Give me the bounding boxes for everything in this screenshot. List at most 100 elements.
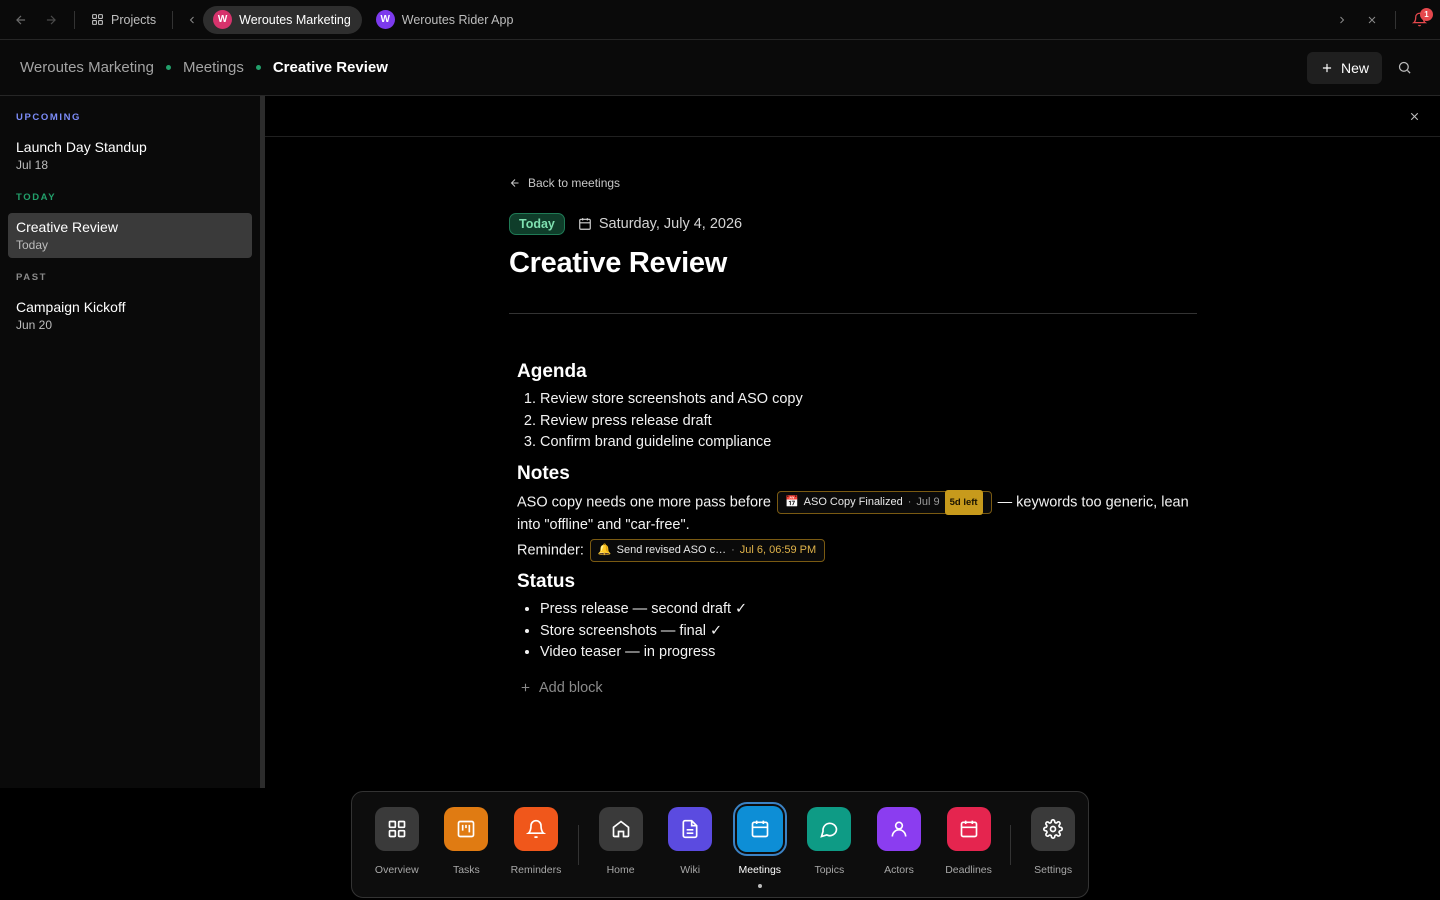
projects-button[interactable]: Projects (83, 6, 164, 34)
back-arrow-icon[interactable] (6, 5, 36, 35)
status-item[interactable]: Video teaser — in progress (540, 642, 1197, 664)
notification-count-badge: 1 (1420, 7, 1433, 21)
page-header: Weroutes Marketing Meetings Creative Rev… (0, 40, 1440, 96)
chip-separator: · (907, 495, 912, 508)
workspace-tab-weroutes-marketing[interactable]: W Weroutes Marketing (203, 5, 362, 34)
forward-arrow-icon[interactable] (36, 5, 66, 35)
agenda-item[interactable]: Review press release draft (540, 411, 1197, 433)
section-label-today: TODAY (16, 192, 57, 203)
deadline-chip[interactable]: 📅 ASO Copy Finalized · Jul 9 5d left (776, 489, 992, 515)
panel-toolbar (265, 96, 1440, 137)
breadcrumb-current: Creative Review (272, 59, 388, 76)
dock-item-settings[interactable]: Settings (1018, 807, 1088, 876)
meeting-item-creative-review[interactable]: Creative Review Today (8, 213, 252, 258)
projects-label: Projects (111, 12, 157, 27)
workspace-avatar: W (213, 10, 233, 29)
tabs-scroll-left-icon[interactable] (181, 5, 203, 35)
tabs-scroll-right-icon[interactable] (1327, 5, 1357, 35)
deadline-chip-title: ASO Copy Finalized (803, 495, 903, 508)
add-block-button[interactable]: Add block (517, 680, 1197, 696)
reminder-chip[interactable]: 🔔 Send revised ASO c… · Jul 6, 06:59 PM (589, 538, 826, 562)
workspace-avatar: W (375, 10, 395, 29)
notifications-button[interactable]: 1 (1404, 5, 1434, 35)
status-item[interactable]: Store screenshots — final ✓ (540, 621, 1197, 643)
dock-item-wiki[interactable]: Wiki (655, 807, 725, 876)
gear-icon (1031, 807, 1076, 851)
close-tab-icon[interactable] (1357, 5, 1387, 35)
home-icon (598, 807, 643, 851)
meeting-date[interactable]: Saturday, July 4, 2026 (578, 216, 742, 232)
search-icon (1397, 60, 1412, 75)
dock-label: Wiki (680, 864, 701, 876)
meeting-item-date: Jul 18 (16, 158, 49, 172)
breadcrumb-workspace[interactable]: Weroutes Marketing (20, 59, 154, 76)
app-dock: Overview Tasks Reminders Home Wiki Meeti… (351, 791, 1089, 898)
meeting-item-date: Today (16, 238, 49, 252)
breadcrumb-separator (165, 65, 171, 70)
dock-label: Topics (814, 864, 845, 876)
kanban-icon (444, 807, 489, 851)
calendar-icon (578, 217, 592, 231)
section-label-past: PAST (16, 272, 48, 283)
dock-item-deadlines[interactable]: Deadlines (934, 807, 1004, 876)
meeting-item-title: Launch Day Standup (16, 139, 147, 155)
calendar-alert-icon (946, 807, 991, 851)
meetings-sidebar: UPCOMING Launch Day Standup Jul 18 TODAY… (0, 96, 260, 788)
workspace-tab-label: Weroutes Rider App (401, 12, 514, 27)
dock-label: Deadlines (945, 864, 992, 876)
dock-item-tasks[interactable]: Tasks (432, 807, 502, 876)
days-left-badge: 5d left (944, 489, 983, 515)
workspace-tab-weroutes-rider-app[interactable]: W Weroutes Rider App (366, 6, 525, 34)
divider (1395, 10, 1396, 29)
agenda-item[interactable]: Confirm brand guideline compliance (540, 432, 1197, 454)
back-to-meetings-link[interactable]: Back to meetings (509, 176, 1197, 190)
dock-label: Tasks (452, 864, 480, 876)
notes-paragraph[interactable]: ASO copy needs one more pass before 📅 AS… (517, 489, 1197, 537)
search-button[interactable] (1388, 52, 1420, 84)
dock-label: Meetings (738, 864, 782, 876)
divider (74, 10, 75, 29)
reminder-paragraph[interactable]: Reminder: 🔔 Send revised ASO c… · Jul 6,… (517, 538, 1197, 562)
calendar-icon (732, 802, 787, 856)
plus-icon (1320, 61, 1334, 75)
meeting-item-campaign-kickoff[interactable]: Campaign Kickoff Jun 20 (8, 293, 252, 338)
divider (172, 10, 174, 29)
dock-item-topics[interactable]: Topics (795, 807, 865, 876)
agenda-item[interactable]: Review store screenshots and ASO copy (540, 389, 1197, 411)
meeting-document: Back to meetings Today Saturday, July 4,… (509, 176, 1197, 696)
section-label-upcoming: UPCOMING (16, 112, 82, 123)
breadcrumb-separator (255, 65, 261, 70)
meeting-content[interactable]: Agenda Review store screenshots and ASO … (509, 314, 1197, 696)
top-tab-bar: Projects W Weroutes Marketing W Weroutes… (0, 0, 1440, 40)
dock-label: Actors (884, 864, 914, 876)
deadline-chip-date: Jul 9 (916, 495, 940, 508)
status-item[interactable]: Press release — second draft ✓ (540, 599, 1197, 621)
calendar-emoji-icon: 📅 (784, 495, 799, 508)
agenda-list: Review store screenshots and ASO copy Re… (517, 389, 1197, 454)
workspace-tab-label: Weroutes Marketing (239, 12, 351, 27)
meeting-item-title: Campaign Kickoff (16, 299, 126, 315)
status-heading[interactable]: Status (517, 571, 1197, 593)
dock-item-reminders[interactable]: Reminders (501, 807, 571, 876)
plus-icon (519, 681, 532, 694)
grid-icon (374, 807, 419, 851)
dock-label: Settings (1034, 864, 1073, 876)
dock-item-overview[interactable]: Overview (362, 807, 432, 876)
meeting-item-date: Jun 20 (16, 318, 53, 332)
document-icon (668, 807, 713, 851)
page-title[interactable]: Creative Review (509, 247, 1197, 280)
new-button[interactable]: New (1306, 51, 1382, 84)
breadcrumb-meetings[interactable]: Meetings (183, 59, 244, 76)
agenda-heading[interactable]: Agenda (517, 361, 1197, 383)
dock-item-home[interactable]: Home (586, 807, 656, 876)
notes-heading[interactable]: Notes (517, 463, 1197, 485)
dock-item-actors[interactable]: Actors (864, 807, 934, 876)
close-panel-icon[interactable] (1405, 107, 1423, 125)
meeting-item-launch-day-standup[interactable]: Launch Day Standup Jul 18 (8, 133, 252, 178)
reminder-chip-title: Send revised ASO c… (616, 543, 727, 556)
meeting-date-text: Saturday, July 4, 2026 (598, 216, 743, 232)
dock-label: Overview (374, 864, 419, 876)
dock-item-meetings[interactable]: Meetings (725, 802, 795, 888)
grid-icon (91, 13, 104, 26)
today-badge: Today (509, 213, 565, 235)
